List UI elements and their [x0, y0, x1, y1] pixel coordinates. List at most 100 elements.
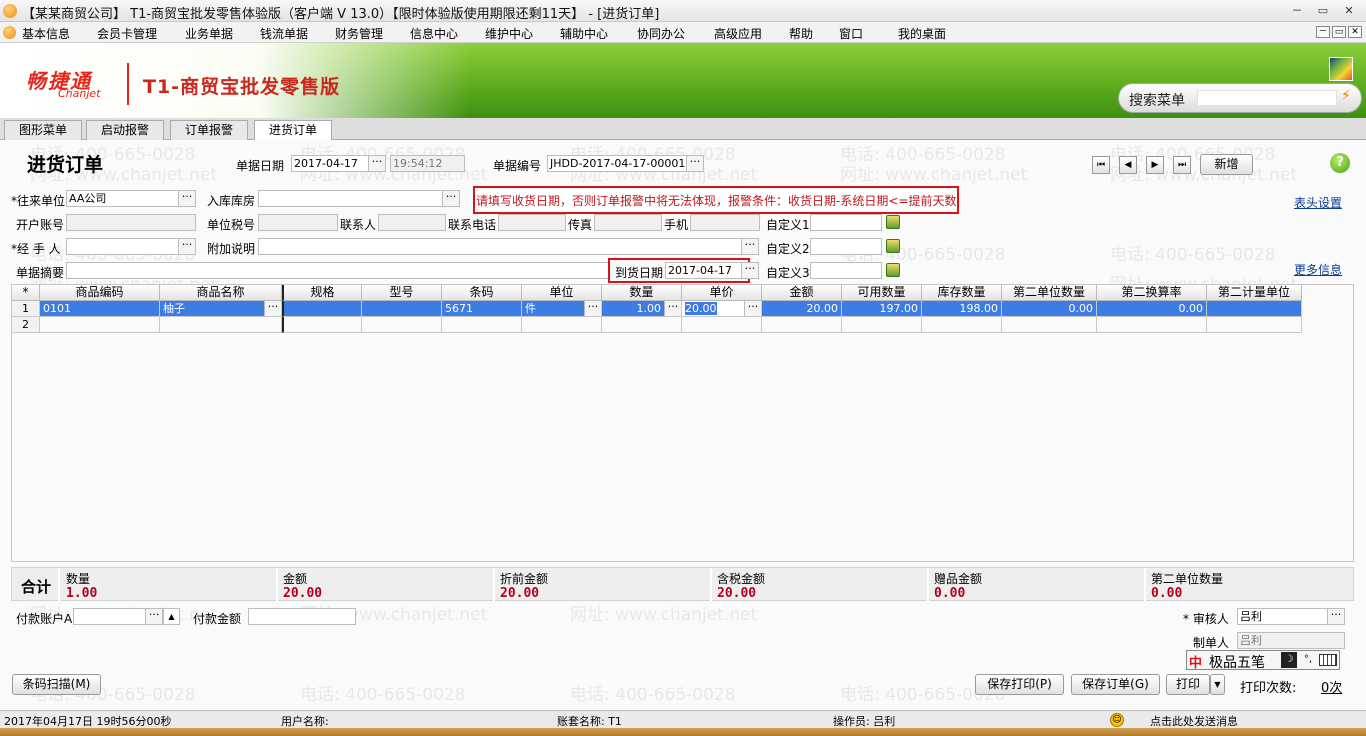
extra-note-picker-button[interactable]: ···: [741, 239, 758, 254]
total-amount-label: 金额: [283, 572, 308, 586]
payment-account-up-icon[interactable]: ▲: [163, 608, 180, 625]
col-header-available[interactable]: 可用数量: [842, 285, 922, 301]
custom3-calendar-icon[interactable]: [886, 263, 900, 277]
vendor-picker-button[interactable]: ···: [178, 191, 195, 206]
handler-picker-button[interactable]: ···: [178, 239, 195, 254]
next-record-button[interactable]: ▶: [1146, 156, 1164, 174]
menu-help[interactable]: 帮助: [789, 25, 813, 42]
tab-startup-alert[interactable]: 启动报警: [86, 120, 165, 140]
save-print-button[interactable]: 保存打印(P): [975, 674, 1064, 695]
col-header-qty[interactable]: 数量: [602, 285, 682, 301]
doc-date-picker-button[interactable]: ···: [368, 156, 385, 171]
tab-purchase-order[interactable]: 进货订单: [254, 120, 333, 141]
header-settings-link[interactable]: 表头设置: [1294, 194, 1342, 211]
save-order-button[interactable]: 保存订单(G): [1071, 674, 1160, 695]
custom1-field[interactable]: [810, 214, 882, 231]
menu-office[interactable]: 协同办公: [637, 25, 685, 42]
menu-assist[interactable]: 辅助中心: [560, 25, 608, 42]
product-picker-button[interactable]: ···: [264, 301, 281, 316]
custom1-calendar-icon[interactable]: [886, 215, 900, 229]
more-info-link[interactable]: 更多信息: [1294, 261, 1342, 278]
extra-note-field[interactable]: ···: [258, 238, 759, 255]
tab-graphic-menu[interactable]: 图形菜单: [4, 120, 83, 140]
mdi-minimize-button[interactable]: －: [1316, 26, 1330, 38]
ime-punct-icon[interactable]: °,: [1300, 652, 1316, 668]
restore-button[interactable]: ▭: [1312, 3, 1334, 18]
ime-chinese-icon[interactable]: 中: [1189, 652, 1202, 671]
minimize-button[interactable]: －: [1286, 3, 1308, 18]
menu-maintenance[interactable]: 维护中心: [485, 25, 533, 42]
col-header-rate2[interactable]: 第二换算率: [1097, 285, 1207, 301]
qty-picker-button[interactable]: ···: [664, 301, 681, 316]
col-header-price[interactable]: 单价: [682, 285, 762, 301]
custom2-field[interactable]: [810, 238, 882, 255]
tab-order-alert[interactable]: 订单报警: [170, 120, 249, 140]
new-button[interactable]: 新增: [1200, 154, 1253, 175]
send-message-link[interactable]: 点击此处发送消息: [1150, 713, 1238, 729]
gift-amount-value: 0.00: [934, 586, 966, 601]
menu-info-center[interactable]: 信息中心: [410, 25, 458, 42]
menu-desktop[interactable]: 我的桌面: [898, 25, 946, 42]
payment-account-field[interactable]: ···: [73, 608, 163, 625]
col-header-stock[interactable]: 库存数量: [922, 285, 1002, 301]
reviewer-field[interactable]: 吕利 ···: [1237, 608, 1345, 625]
mdi-close-button[interactable]: ✕: [1348, 26, 1362, 38]
summary-field[interactable]: [66, 262, 610, 279]
menu-finance[interactable]: 财务管理: [335, 25, 383, 42]
custom2-calendar-icon[interactable]: [886, 239, 900, 253]
payment-amount-field[interactable]: [248, 608, 356, 625]
close-button[interactable]: ✕: [1338, 3, 1360, 18]
vendor-field[interactable]: AA公司 ···: [66, 190, 196, 207]
handler-field[interactable]: ···: [66, 238, 196, 255]
print-dropdown-icon[interactable]: ▼: [1210, 674, 1225, 695]
skin-icon[interactable]: [1329, 57, 1353, 81]
search-lightning-icon[interactable]: ⚡: [1341, 88, 1351, 104]
reviewer-picker-button[interactable]: ···: [1327, 609, 1344, 624]
menu-business-docs[interactable]: 业务单据: [185, 25, 233, 42]
doc-no-picker-button[interactable]: ···: [686, 156, 703, 171]
warehouse-field[interactable]: ···: [258, 190, 460, 207]
menu-basic-info[interactable]: 基本信息: [22, 25, 70, 42]
custom3-field[interactable]: [810, 262, 882, 279]
col-header-barcode[interactable]: 条码: [442, 285, 522, 301]
ime-toolbar[interactable]: 中 极品五笔 ☽ °,: [1186, 650, 1340, 671]
doc-no-field[interactable]: JHDD-2017-04-17-00001 ···: [547, 155, 704, 172]
col-header-unit2[interactable]: 第二计量单位: [1207, 285, 1302, 301]
price-picker-button[interactable]: ···: [744, 301, 761, 316]
menu-window[interactable]: 窗口: [839, 25, 863, 42]
col-header-amount[interactable]: 金额: [762, 285, 842, 301]
menu-cash-docs[interactable]: 钱流单据: [260, 25, 308, 42]
menu-app-icon: [3, 26, 16, 39]
smiley-icon[interactable]: ☺: [1110, 713, 1124, 727]
table-row[interactable]: 1 0101 柚子 ··· 5671 件 ··· 1.00 ··· 20.00 ··· …: [12, 301, 1302, 317]
col-header-model[interactable]: 型号: [362, 285, 442, 301]
col-header-spec[interactable]: 规格: [282, 285, 362, 301]
logo-subtext: Chanjet: [58, 87, 101, 100]
ime-keyboard-icon[interactable]: [1319, 654, 1337, 666]
prev-record-button[interactable]: ◀: [1119, 156, 1137, 174]
doc-date-field[interactable]: 2017-04-17 ···: [291, 155, 386, 172]
ime-moon-icon[interactable]: ☽: [1281, 652, 1297, 668]
arrival-date-field[interactable]: 2017-04-17 ···: [665, 262, 759, 279]
first-record-button[interactable]: ⏮: [1092, 156, 1110, 174]
col-header-name[interactable]: 商品名称: [160, 285, 282, 301]
col-header-qty2[interactable]: 第二单位数量: [1002, 285, 1097, 301]
mdi-restore-button[interactable]: ▭: [1332, 26, 1346, 38]
menu-member-card[interactable]: 会员卡管理: [97, 25, 157, 42]
title-bar: 【某某商贸公司】 T1-商贸宝批发零售体验版（客户端 V 13.0）【限时体验版…: [0, 0, 1366, 22]
help-icon[interactable]: ?: [1330, 153, 1350, 173]
unit-picker-button[interactable]: ···: [584, 301, 601, 316]
barcode-scan-button[interactable]: 条码扫描(M): [12, 674, 101, 695]
table-row[interactable]: 2: [12, 317, 1302, 333]
col-header-unit[interactable]: 单位: [522, 285, 602, 301]
print-button[interactable]: 打印: [1166, 674, 1210, 695]
search-menu-box: 搜索菜单 ⚡: [1118, 83, 1362, 113]
arrival-date-picker-button[interactable]: ···: [741, 263, 758, 278]
warehouse-picker-button[interactable]: ···: [442, 191, 459, 206]
mobile-field: [690, 214, 760, 231]
search-input[interactable]: [1197, 90, 1337, 106]
payment-account-picker-button[interactable]: ···: [145, 609, 162, 624]
last-record-button[interactable]: ⏭: [1173, 156, 1191, 174]
col-header-code[interactable]: 商品编码: [40, 285, 160, 301]
menu-advanced[interactable]: 高级应用: [714, 25, 762, 42]
